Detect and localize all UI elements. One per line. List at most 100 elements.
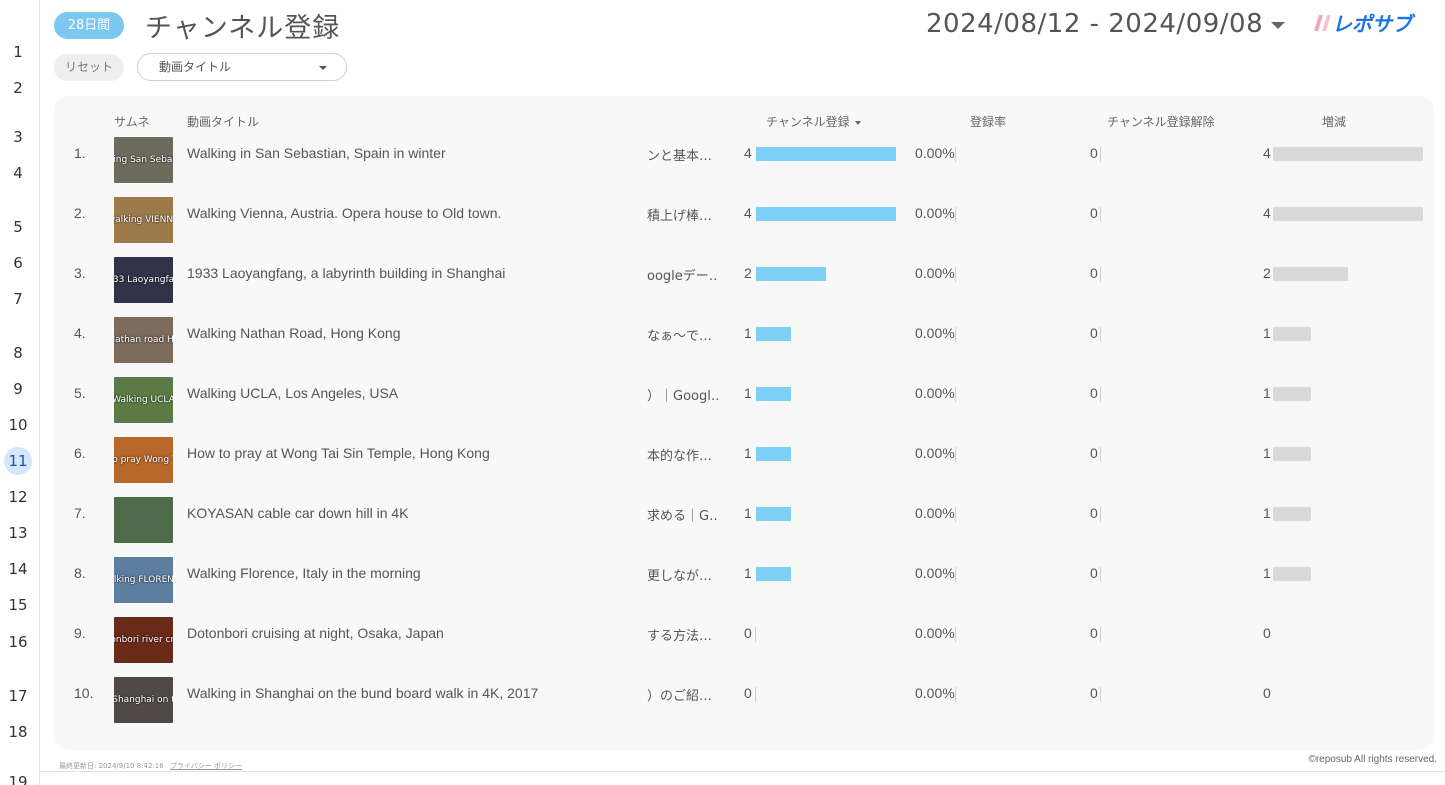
video-title[interactable]: Walking in San Sebastian, Spain in winte… bbox=[187, 145, 446, 161]
table-row[interactable]: 9. Dotonbori river cruise Dotonbori cruisi… bbox=[54, 617, 1434, 677]
table-row[interactable]: 10. walking Shanghai on the Bund Walking i… bbox=[54, 677, 1434, 737]
column-header-unsubscriptions[interactable]: チャンネル登録解除 bbox=[1107, 113, 1215, 130]
row-number[interactable]: 16 bbox=[0, 633, 36, 651]
unsub-bar-baseline bbox=[1100, 447, 1101, 462]
row-number[interactable]: 19 bbox=[0, 773, 36, 785]
row-number[interactable]: 11 bbox=[4, 447, 32, 475]
date-range-selector[interactable]: 2024/08/12 - 2024/09/08 bbox=[926, 9, 1263, 39]
subscription-rate: 0.00% bbox=[915, 685, 955, 701]
subscriptions-value: 1 bbox=[744, 565, 752, 581]
video-thumbnail[interactable]: walking FLORENCE bbox=[114, 557, 173, 603]
row-number[interactable]: 3 bbox=[0, 128, 36, 146]
row-number[interactable]: 15 bbox=[0, 596, 36, 614]
video-thumbnail[interactable] bbox=[114, 497, 173, 543]
video-thumbnail[interactable]: Walking UCLA bbox=[114, 377, 173, 423]
row-number[interactable]: 14 bbox=[0, 560, 36, 578]
video-description: 更しなが… bbox=[647, 569, 713, 584]
thumbnail-caption: Dotonbori river cruise bbox=[114, 635, 173, 645]
subscription-rate: 0.00% bbox=[915, 505, 955, 521]
row-number[interactable]: 10 bbox=[0, 416, 36, 434]
delta-bar bbox=[1273, 327, 1311, 341]
subscription-rate: 0.00% bbox=[915, 565, 955, 581]
table-row[interactable]: 8. walking FLORENCE Walking Florence, Ital… bbox=[54, 557, 1434, 617]
video-title[interactable]: Walking Nathan Road, Hong Kong bbox=[187, 325, 401, 341]
unsub-bar-baseline bbox=[1100, 567, 1101, 582]
delta-value: 2 bbox=[1263, 265, 1271, 281]
logo-text: レポサブ bbox=[1332, 12, 1416, 35]
row-number[interactable]: 1 bbox=[0, 43, 36, 61]
video-thumbnail[interactable]: 1933 Laoyangfang bbox=[114, 257, 173, 303]
rate-bar-baseline bbox=[955, 507, 956, 522]
video-thumbnail[interactable]: walking San Sebastian bbox=[114, 137, 173, 183]
delta-value: 1 bbox=[1263, 385, 1271, 401]
video-description: 求める｜G… bbox=[647, 509, 719, 524]
delta-bar bbox=[1273, 567, 1311, 581]
row-number[interactable]: 4 bbox=[0, 164, 36, 182]
unsub-bar-baseline bbox=[1100, 327, 1101, 342]
table-row[interactable]: 1. walking San Sebastian Walking in San Se… bbox=[54, 137, 1434, 197]
period-pill[interactable]: 28日間 bbox=[54, 12, 124, 39]
table-row[interactable]: 3. 1933 Laoyangfang 1933 Laoyangfang, a la… bbox=[54, 257, 1434, 317]
table-row[interactable]: 4. walking Nathan road Hong Kong Walking N… bbox=[54, 317, 1434, 377]
rate-bar-baseline bbox=[955, 387, 956, 402]
thumbnail-caption: walking VIENNA bbox=[114, 215, 173, 225]
row-number[interactable]: 7 bbox=[0, 290, 36, 308]
video-thumbnail[interactable]: walking Nathan road Hong Kong bbox=[114, 317, 173, 363]
column-header-thumbnail: サムネ bbox=[114, 115, 150, 129]
row-number[interactable]: 9 bbox=[0, 380, 36, 398]
video-title[interactable]: Walking Florence, Italy in the morning bbox=[187, 565, 421, 581]
video-title[interactable]: Walking Vienna, Austria. Opera house to … bbox=[187, 205, 501, 221]
video-description: なぁ〜で… bbox=[647, 329, 713, 344]
thumbnail-caption: walking FLORENCE bbox=[114, 575, 173, 585]
table-row[interactable]: 2. walking VIENNA Walking Vienna, Austria.… bbox=[54, 197, 1434, 257]
video-description: ）のご紹… bbox=[647, 689, 713, 704]
column-header-rate[interactable]: 登録率 bbox=[970, 113, 1006, 130]
video-title[interactable]: 1933 Laoyangfang, a labyrinth building i… bbox=[187, 265, 505, 281]
reset-button[interactable]: リセット bbox=[54, 54, 124, 81]
video-title[interactable]: How to pray at Wong Tai Sin Temple, Hong… bbox=[187, 445, 490, 461]
row-number[interactable]: 8 bbox=[0, 344, 36, 362]
video-thumbnail[interactable]: walking Shanghai on the Bund bbox=[114, 677, 173, 723]
privacy-policy-link[interactable]: プライバシー ポリシー bbox=[170, 762, 242, 770]
video-title[interactable]: Walking UCLA, Los Angeles, USA bbox=[187, 385, 398, 401]
video-title[interactable]: Dotonbori cruising at night, Osaka, Japa… bbox=[187, 625, 444, 641]
video-thumbnail[interactable]: Dotonbori river cruise bbox=[114, 617, 173, 663]
unsubscriptions-value: 0 bbox=[1090, 445, 1098, 461]
video-thumbnail[interactable]: walking VIENNA bbox=[114, 197, 173, 243]
video-title-filter[interactable]: 動画タイトル bbox=[137, 53, 347, 81]
row-index: 9. bbox=[74, 625, 86, 641]
chevron-down-icon bbox=[319, 66, 327, 70]
row-number[interactable]: 18 bbox=[0, 723, 36, 741]
video-description: 本的な作… bbox=[647, 449, 713, 464]
table-row[interactable]: 6. How to pray Wong Tai Sin How to pray at… bbox=[54, 437, 1434, 497]
row-index: 4. bbox=[74, 325, 86, 341]
table-row[interactable]: 7. KOYASAN cable car down hill in 4K 求める｜G… bbox=[54, 497, 1434, 557]
video-title[interactable]: Walking in Shanghai on the bund board wa… bbox=[187, 685, 538, 701]
row-number[interactable]: 6 bbox=[0, 254, 36, 272]
unsubscriptions-value: 0 bbox=[1090, 325, 1098, 341]
column-header-delta[interactable]: 増減 bbox=[1322, 113, 1346, 130]
row-number[interactable]: 2 bbox=[0, 79, 36, 97]
row-number[interactable]: 12 bbox=[0, 488, 36, 506]
subscription-rate: 0.00% bbox=[915, 325, 955, 341]
delta-bar bbox=[1273, 387, 1311, 401]
unsubscriptions-value: 0 bbox=[1090, 205, 1098, 221]
video-thumbnail[interactable]: How to pray Wong Tai Sin bbox=[114, 437, 173, 483]
row-number[interactable]: 5 bbox=[0, 218, 36, 236]
delta-value: 1 bbox=[1263, 505, 1271, 521]
chevron-down-icon[interactable] bbox=[1271, 22, 1285, 29]
column-header-subscriptions[interactable]: チャンネル登録 bbox=[766, 113, 861, 130]
row-number[interactable]: 13 bbox=[0, 524, 36, 542]
table-row[interactable]: 5. Walking UCLA Walking UCLA, Los Angeles,… bbox=[54, 377, 1434, 437]
row-index: 8. bbox=[74, 565, 86, 581]
unsub-bar-baseline bbox=[1100, 687, 1101, 702]
subscriptions-value: 1 bbox=[744, 445, 752, 461]
subscriptions-value: 1 bbox=[744, 385, 752, 401]
footer-meta: 最終更新日: 2024/9/10 8:42:16 プライバシー ポリシー bbox=[59, 761, 242, 771]
subscription-rate: 0.00% bbox=[915, 625, 955, 641]
column-header-video-title[interactable]: 動画タイトル bbox=[187, 113, 259, 130]
video-title[interactable]: KOYASAN cable car down hill in 4K bbox=[187, 505, 409, 521]
subscriptions-bar bbox=[756, 267, 826, 281]
delta-value: 0 bbox=[1263, 625, 1271, 641]
row-number[interactable]: 17 bbox=[0, 687, 36, 705]
